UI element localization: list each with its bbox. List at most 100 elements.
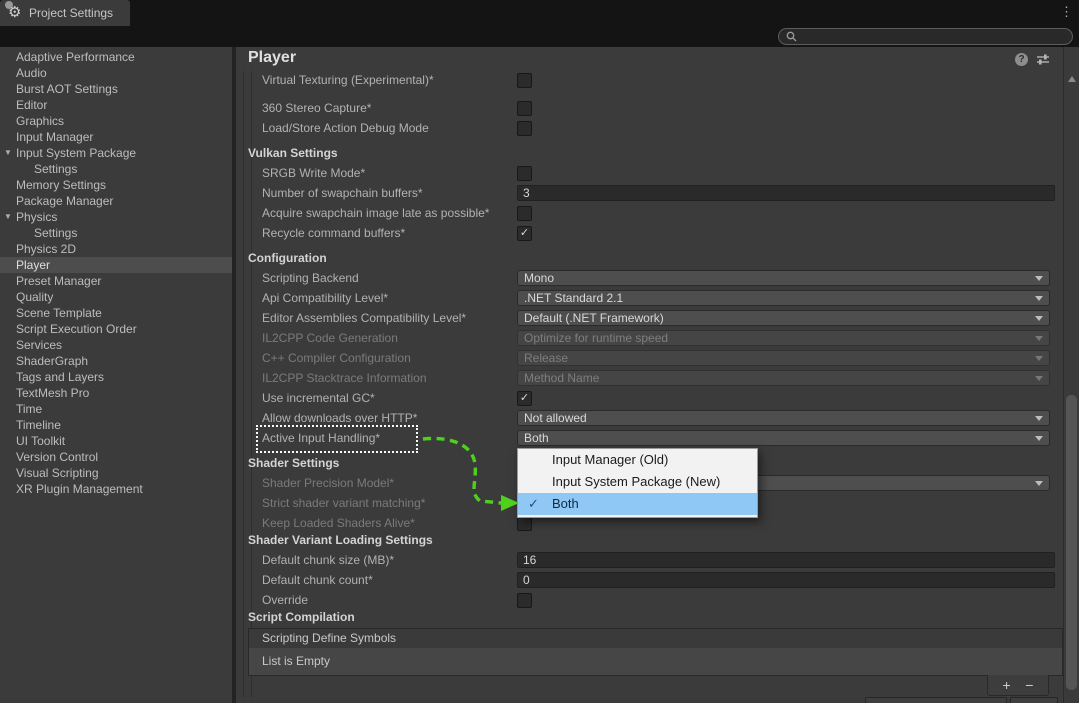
sidebar-item-package-manager[interactable]: Package Manager <box>0 193 232 209</box>
scroll-up-arrow-icon[interactable] <box>1068 76 1076 82</box>
partially-visible-button[interactable] <box>865 697 1007 703</box>
checkbox-override[interactable] <box>517 593 532 608</box>
dropdown-editor-assemblies-compatibility-level[interactable]: Default (.NET Framework) <box>517 310 1050 326</box>
checkbox-virtual-texturing-experimental[interactable] <box>517 73 532 88</box>
sidebar-item-player[interactable]: Player <box>0 257 232 273</box>
sidebar-item-label: Preset Manager <box>16 274 102 288</box>
sidebar-item-editor[interactable]: Editor <box>0 97 232 113</box>
content-frame-line <box>243 71 244 697</box>
kebab-menu-icon[interactable]: ⋮ <box>1060 4 1073 20</box>
sidebar-item-label: Settings <box>34 226 78 240</box>
section-header-shader-variant-loading-settings: Shader Variant Loading Settings <box>248 533 433 547</box>
annotation-highlight-box <box>256 425 418 453</box>
sidebar-item-burst-aot-settings[interactable]: Burst AOT Settings <box>0 81 232 97</box>
dropdown-scripting-backend[interactable]: Mono <box>517 270 1050 286</box>
sidebar-item-time[interactable]: Time <box>0 401 232 417</box>
setting-label-keep-loaded-shaders-alive: Keep Loaded Shaders Alive* <box>262 516 415 530</box>
sidebar-item-label: Player <box>16 258 51 272</box>
sidebar-item-label: Scene Template <box>16 306 102 320</box>
presets-icon[interactable] <box>1036 53 1050 66</box>
sidebar-item-ui-toolkit[interactable]: UI Toolkit <box>0 433 232 449</box>
sidebar-item-adaptive-performance[interactable]: Adaptive Performance <box>0 49 232 65</box>
foldout-arrow-icon[interactable]: ▼ <box>4 148 12 157</box>
sidebar-item-label: Time <box>16 402 43 416</box>
sidebar-item-label: TextMesh Pro <box>16 386 90 400</box>
checkbox-use-incremental-gc[interactable]: ✓ <box>517 391 532 406</box>
partially-visible-button[interactable] <box>1010 697 1058 703</box>
field-default-chunk-size-mb[interactable]: 16 <box>517 552 1055 568</box>
checkbox-360-stereo-capture[interactable] <box>517 101 532 116</box>
sidebar-item-physics-2d[interactable]: Physics 2D <box>0 241 232 257</box>
sidebar-item-label: Graphics <box>16 114 65 128</box>
checkbox-keep-loaded-shaders-alive[interactable] <box>517 516 532 531</box>
menu-item-input-system-package-new-[interactable]: Input System Package (New) <box>518 471 757 493</box>
sidebar-item-label: Input System Package <box>16 146 137 160</box>
dropdown-allow-downloads-over-http[interactable]: Not allowed <box>517 410 1050 426</box>
section-header-shader-settings: Shader Settings <box>248 456 340 470</box>
vertical-scrollbar-thumb[interactable] <box>1066 395 1077 690</box>
sidebar-item-label: Settings <box>34 162 78 176</box>
add-item-button[interactable]: + <box>1003 678 1011 692</box>
setting-label-recycle-command-buffers: Recycle command buffers* <box>262 226 406 240</box>
sidebar-item-settings[interactable]: Settings <box>0 161 232 177</box>
sidebar-item-scene-template[interactable]: Scene Template <box>0 305 232 321</box>
list-empty-row: List is Empty <box>248 648 1063 676</box>
setting-label-allow-downloads-over-http: Allow downloads over HTTP* <box>262 411 418 425</box>
setting-label-shader-precision-model: Shader Precision Model* <box>262 476 395 490</box>
chevron-down-icon <box>1035 276 1043 281</box>
field-number-of-swapchain-buffers[interactable]: 3 <box>517 185 1055 201</box>
menu-item-input-manager-old-[interactable]: Input Manager (Old) <box>518 449 757 471</box>
setting-label-virtual-texturing-experimental: Virtual Texturing (Experimental)* <box>262 73 434 87</box>
sidebar-item-script-execution-order[interactable]: Script Execution Order <box>0 321 232 337</box>
sidebar-item-settings[interactable]: Settings <box>0 225 232 241</box>
sidebar-item-visual-scripting[interactable]: Visual Scripting <box>0 465 232 481</box>
sidebar-item-quality[interactable]: Quality <box>0 289 232 305</box>
sidebar-item-label: Version Control <box>16 450 99 464</box>
sidebar-item-timeline[interactable]: Timeline <box>0 417 232 433</box>
dropdown-il2cpp-code-generation[interactable]: Optimize for runtime speed <box>517 330 1050 346</box>
sidebar-item-label: Quality <box>16 290 54 304</box>
sidebar-item-audio[interactable]: Audio <box>0 65 232 81</box>
chevron-down-icon <box>1035 336 1043 341</box>
sidebar-item-label: Physics <box>16 210 58 224</box>
search-icon <box>786 31 797 42</box>
checkbox-srgb-write-mode[interactable] <box>517 166 532 181</box>
sidebar-item-xr-plugin-management[interactable]: XR Plugin Management <box>0 481 232 497</box>
sidebar-item-label: Input Manager <box>16 130 94 144</box>
dropdown-c-compiler-configuration[interactable]: Release <box>517 350 1050 366</box>
remove-item-button[interactable]: − <box>1025 678 1033 692</box>
help-icon[interactable]: ? <box>1015 53 1028 66</box>
field-default-chunk-count[interactable]: 0 <box>517 572 1055 588</box>
tab-project-settings[interactable]: ⚙ Project Settings <box>0 0 130 26</box>
sidebar-item-physics[interactable]: ▼ Physics <box>0 209 232 225</box>
menu-item-both[interactable]: ✓ Both <box>518 493 757 515</box>
sidebar-item-tags-and-layers[interactable]: Tags and Layers <box>0 369 232 385</box>
sidebar-item-version-control[interactable]: Version Control <box>0 449 232 465</box>
sidebar-item-services[interactable]: Services <box>0 337 232 353</box>
setting-label-default-chunk-count: Default chunk count* <box>262 573 373 587</box>
checkbox-acquire-swapchain-image-late-as-possible[interactable] <box>517 206 532 221</box>
sidebar-item-label: Timeline <box>16 418 61 432</box>
sidebar-item-preset-manager[interactable]: Preset Manager <box>0 273 232 289</box>
sidebar-item-input-system-package[interactable]: ▼ Input System Package <box>0 145 232 161</box>
sidebar-item-textmesh-pro[interactable]: TextMesh Pro <box>0 385 232 401</box>
sidebar-item-label: Physics 2D <box>16 242 77 256</box>
dropdown-il2cpp-stacktrace-information[interactable]: Method Name <box>517 370 1050 386</box>
dropdown-active-input-handling[interactable]: Both <box>517 430 1050 446</box>
checkbox-recycle-command-buffers[interactable]: ✓ <box>517 226 532 241</box>
foldout-arrow-icon[interactable]: ▼ <box>4 212 12 221</box>
checkbox-load-store-action-debug-mode[interactable] <box>517 121 532 136</box>
dropdown-api-compatibility-level[interactable]: .NET Standard 2.1 <box>517 290 1050 306</box>
sidebar-item-input-manager[interactable]: Input Manager <box>0 129 232 145</box>
sidebar-item-label: UI Toolkit <box>16 434 66 448</box>
search-box[interactable] <box>778 28 1073 45</box>
sidebar-item-label: Memory Settings <box>16 178 107 192</box>
search-input[interactable] <box>797 30 1055 43</box>
sidebar-item-shadergraph[interactable]: ShaderGraph <box>0 353 232 369</box>
project-settings-window: ⚙ Project Settings ⋮ Adaptive Performanc… <box>0 0 1079 703</box>
sidebar-item-memory-settings[interactable]: Memory Settings <box>0 177 232 193</box>
sidebar-item-label: Burst AOT Settings <box>16 82 118 96</box>
sidebar-item-graphics[interactable]: Graphics <box>0 113 232 129</box>
chevron-down-icon <box>1035 296 1043 301</box>
sidebar-item-label: Visual Scripting <box>16 466 99 480</box>
